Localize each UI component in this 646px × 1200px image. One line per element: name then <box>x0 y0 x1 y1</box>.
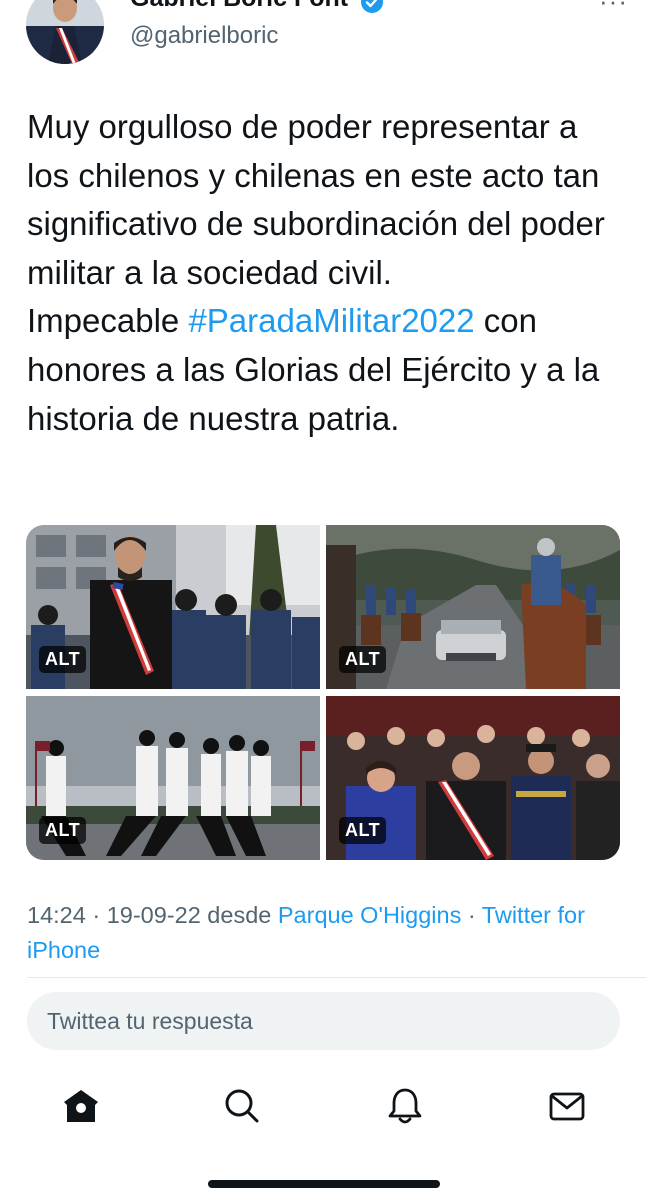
tweet-date: 19-09-22 <box>106 902 201 928</box>
divider <box>27 977 646 978</box>
tweet-author-header: Gabriel Boric Font @gabrielboric ··· <box>0 0 646 80</box>
tweet-text: Muy orgulloso de poder representar a los… <box>27 103 627 443</box>
display-name[interactable]: Gabriel Boric Font <box>130 0 348 13</box>
meta-from: desde <box>200 902 278 928</box>
media-photo-4[interactable]: ALT <box>326 696 620 860</box>
alt-badge[interactable]: ALT <box>339 646 387 673</box>
home-indicator[interactable] <box>208 1180 440 1188</box>
nav-search-button[interactable] <box>219 1083 265 1129</box>
avatar[interactable] <box>26 0 104 64</box>
avatar-photo <box>26 0 104 64</box>
media-photo-3[interactable]: ALT <box>26 696 320 860</box>
hashtag-link[interactable]: #ParadaMilitar2022 <box>188 302 474 339</box>
tweet-paragraph-2: Impecable #ParadaMilitar2022 con honores… <box>27 297 627 443</box>
tweet-text-prefix: Impecable <box>27 302 189 340</box>
media-photo-2[interactable]: ALT <box>326 525 620 689</box>
alt-badge[interactable]: ALT <box>339 817 387 844</box>
media-photo-1[interactable]: ALT <box>26 525 320 689</box>
bell-icon <box>388 1088 422 1124</box>
verified-badge-icon <box>361 0 383 13</box>
location-link[interactable]: Parque O'Higgins <box>278 902 461 928</box>
home-icon <box>64 1090 98 1122</box>
reply-input[interactable]: Twittea tu respuesta <box>27 992 620 1050</box>
search-icon <box>225 1089 259 1123</box>
reply-placeholder: Twittea tu respuesta <box>47 1008 253 1034</box>
bottom-navigation <box>0 1070 646 1140</box>
tweet-time: 14:24 <box>27 902 86 928</box>
mail-icon <box>549 1092 585 1121</box>
more-options-button[interactable]: ··· <box>599 0 628 17</box>
meta-separator: · <box>85 902 107 928</box>
nav-notifications-button[interactable] <box>382 1083 428 1129</box>
nav-messages-button[interactable] <box>544 1083 590 1129</box>
nav-home-button[interactable] <box>58 1083 104 1129</box>
tweet-paragraph-1: Muy orgulloso de poder representar a los… <box>27 108 605 291</box>
meta-separator: · <box>461 902 482 928</box>
user-handle[interactable]: @gabrielboric <box>130 22 278 50</box>
media-grid: ALT ALT ALT ALT <box>26 525 620 860</box>
alt-badge[interactable]: ALT <box>39 817 87 844</box>
tweet-meta: 14:24 · 19-09-22 desde Parque O'Higgins … <box>27 898 627 968</box>
alt-badge[interactable]: ALT <box>39 646 87 673</box>
